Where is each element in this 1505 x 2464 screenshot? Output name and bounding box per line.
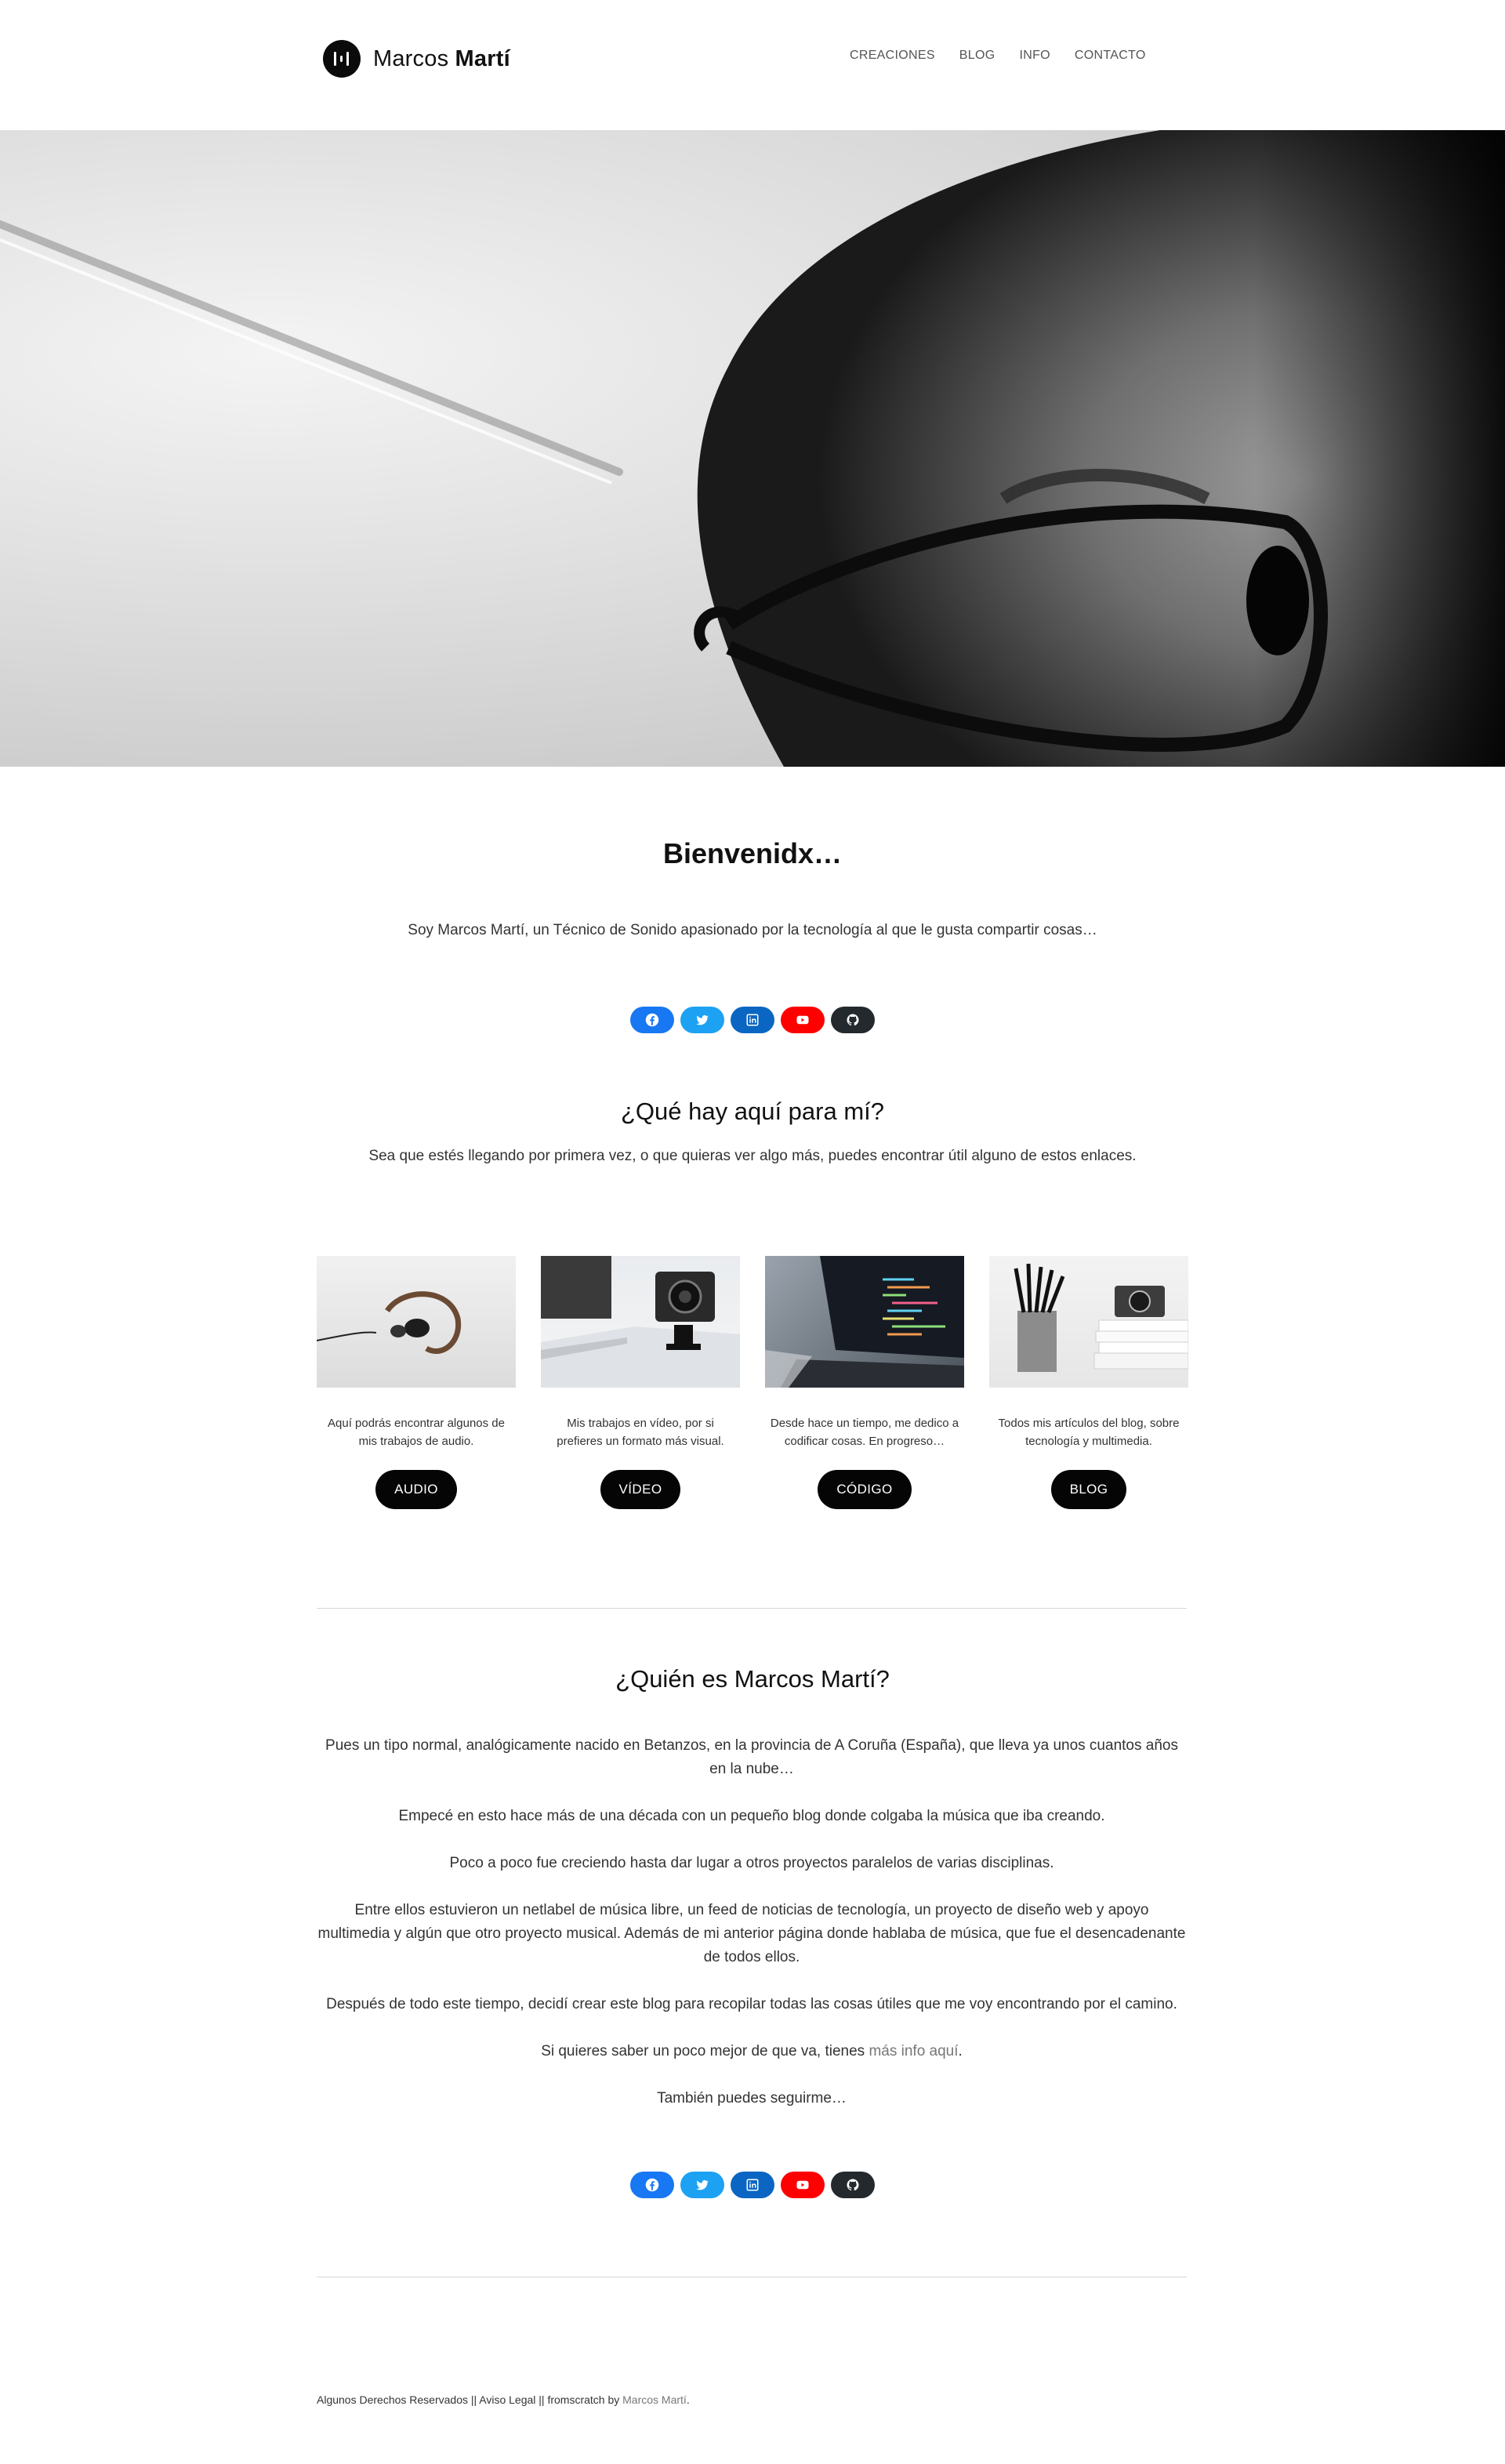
logo-mark-icon [323, 40, 361, 78]
youtube-icon [796, 2180, 809, 2190]
twitter-button[interactable] [680, 1007, 724, 1033]
about-paragraph: Después de todo este tiempo, decidí crea… [326, 1996, 1177, 2012]
facebook-icon [645, 1013, 659, 1027]
main-nav: CREACIONES BLOG INFO CONTACTO [850, 49, 1170, 63]
github-button[interactable] [831, 1007, 875, 1033]
welcome-title: Bienvenidx… [662, 837, 843, 869]
footer-author-link[interactable]: Marcos Martí [622, 2393, 687, 2406]
about-paragraph: Poco a poco fue creciendo hasta dar luga… [449, 1855, 1054, 1871]
site-header: Marcos Martí CREACIONES BLOG INFO CONTAC… [0, 0, 1505, 130]
blog-button[interactable]: BLOG [1050, 1470, 1127, 1509]
card-video-desc: Mis trabajos en vídeo, por si prefieres … [557, 1417, 724, 1448]
links-section-text: Sea que estés llegando por primera vez, … [368, 1148, 1137, 1164]
github-button[interactable] [831, 2172, 875, 2198]
more-info-link[interactable]: más info aquí [869, 2043, 958, 2059]
github-icon [847, 1014, 859, 1026]
facebook-button[interactable] [630, 1007, 674, 1033]
code-button[interactable]: CÓDIGO [818, 1470, 912, 1509]
social-links-bottom [0, 2172, 1505, 2198]
nav-item-blog[interactable]: BLOG [959, 49, 995, 63]
welcome-intro: Soy Marcos Martí, un Técnico de Sonido a… [408, 922, 1097, 938]
twitter-button[interactable] [680, 2172, 724, 2198]
footer-text: Algunos Derechos Reservados || Aviso Leg… [317, 2393, 623, 2406]
about-paragraph: Entre ellos estuvieron un netlabel de mú… [317, 1902, 1186, 1965]
card-blog: Todos mis artículos del blog, sobre tecn… [989, 1256, 1188, 1509]
about-text: Pues un tipo normal, analógicamente naci… [317, 1734, 1187, 2134]
headphones-image [317, 1256, 516, 1388]
card-video: Mis trabajos en vídeo, por si prefieres … [541, 1256, 740, 1509]
linkedin-button[interactable] [731, 2172, 774, 2198]
linkedin-icon [746, 2179, 759, 2191]
about-paragraph: Empecé en esto hace más de una década co… [398, 1808, 1105, 1824]
facebook-icon [645, 2178, 659, 2192]
twitter-icon [696, 1014, 709, 1025]
about-title: ¿Quién es Marcos Martí? [615, 1665, 890, 1693]
video-button[interactable]: VÍDEO [600, 1470, 681, 1509]
card-blog-desc: Todos mis artículos del blog, sobre tecn… [998, 1417, 1180, 1448]
twitter-icon [696, 2179, 709, 2190]
card-audio-desc: Aquí podrás encontrar algunos de mis tra… [328, 1417, 505, 1448]
about-more-info: Si quieres saber un poco mejor de que va… [541, 2043, 963, 2059]
linkedin-button[interactable] [731, 1007, 774, 1033]
github-icon [847, 2179, 859, 2191]
hero-image [0, 130, 1505, 767]
laptop-code-image [765, 1256, 964, 1388]
audio-button[interactable]: AUDIO [375, 1470, 457, 1509]
social-links-top [0, 1007, 1505, 1033]
linkedin-icon [746, 1014, 759, 1026]
desk-pencils-image [989, 1256, 1188, 1388]
site-footer: Algunos Derechos Reservados || Aviso Leg… [317, 2393, 690, 2406]
youtube-button[interactable] [781, 2172, 825, 2198]
facebook-button[interactable] [630, 2172, 674, 2198]
site-logo[interactable]: Marcos Martí [323, 39, 510, 78]
card-code: Desde hace un tiempo, me dedico a codifi… [765, 1256, 964, 1509]
about-follow: También puedes seguirme… [657, 2090, 847, 2107]
youtube-button[interactable] [781, 1007, 825, 1033]
nav-item-contacto[interactable]: CONTACTO [1075, 49, 1146, 63]
card-code-desc: Desde hace un tiempo, me dedico a codifi… [770, 1417, 959, 1448]
logo-text: Marcos Martí [373, 45, 510, 71]
about-paragraph: Pues un tipo normal, analógicamente naci… [325, 1737, 1178, 1777]
divider [317, 1608, 1187, 1609]
action-camera-image [541, 1256, 740, 1388]
links-section-title: ¿Qué hay aquí para mí? [620, 1098, 885, 1125]
nav-item-info[interactable]: INFO [1019, 49, 1050, 63]
nav-item-creaciones[interactable]: CREACIONES [850, 49, 935, 63]
youtube-icon [796, 1015, 809, 1025]
card-audio: Aquí podrás encontrar algunos de mis tra… [317, 1256, 516, 1509]
